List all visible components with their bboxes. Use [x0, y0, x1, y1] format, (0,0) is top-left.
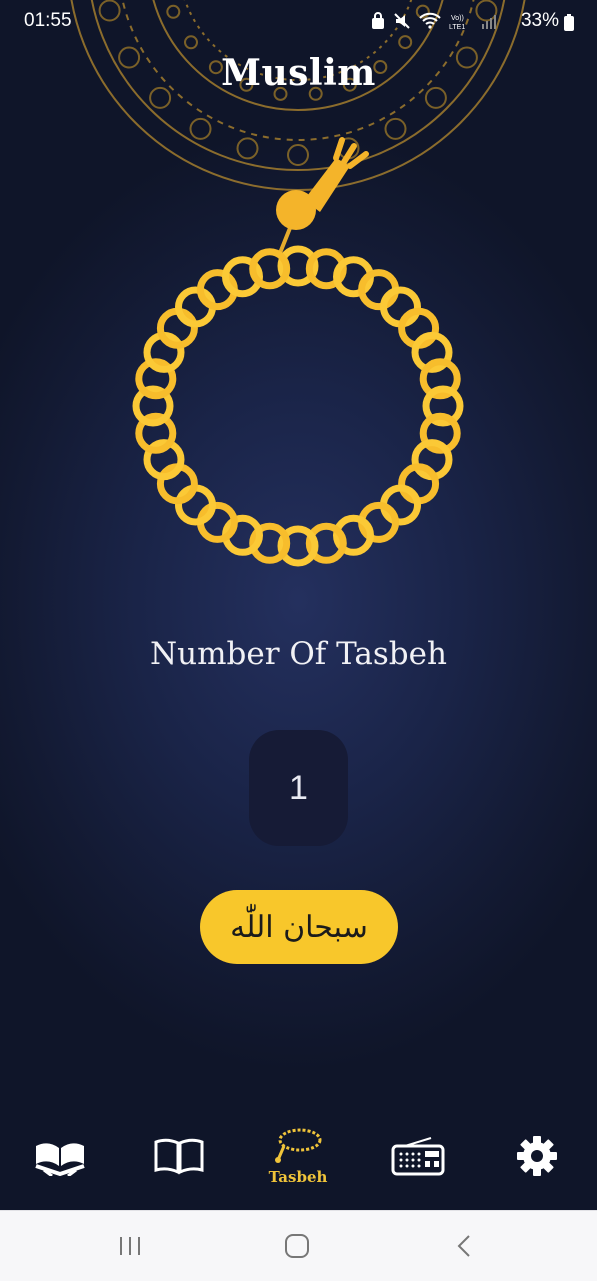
recent-apps-button[interactable] [110, 1229, 150, 1263]
app-screen: 01:55 Vo)) LTE1 33% Muslim Number Of Tasb… [0, 0, 597, 1102]
nav-item-radio[interactable] [368, 1102, 468, 1210]
radio-icon [391, 1137, 445, 1176]
nav-item-book[interactable] [129, 1102, 229, 1210]
back-icon [457, 1235, 470, 1257]
book-icon [154, 1138, 204, 1175]
battery-icon [564, 14, 574, 31]
recent-apps-icon [120, 1237, 140, 1255]
nav-item-tasbeh[interactable]: Tasbeh [248, 1102, 348, 1210]
zikr-button[interactable]: سبحان اللّٰه [200, 890, 398, 964]
volte-icon: Vo)) LTE1 [449, 15, 465, 30]
system-nav-bar [0, 1210, 597, 1281]
svg-text:Vo)): Vo)) [451, 15, 464, 22]
nav-label-tasbeh: Tasbeh [268, 1168, 328, 1186]
quran-icon [35, 1143, 85, 1176]
tasbeh-icon [275, 1128, 322, 1163]
status-bar: 01:55 Vo)) LTE1 33% [0, 0, 597, 44]
battery-level: 33% [520, 10, 559, 31]
bead-ring [132, 245, 464, 567]
nav-item-settings[interactable] [487, 1102, 587, 1210]
nav-item-quran[interactable] [10, 1102, 110, 1210]
app-title: Muslim [221, 52, 376, 94]
home-icon [285, 1234, 309, 1258]
settings-icon [517, 1136, 557, 1176]
status-time: 01:55 [24, 10, 72, 31]
tassel-icon [276, 137, 369, 254]
tasbeh-beads-icon[interactable] [120, 128, 480, 578]
back-button[interactable] [445, 1229, 485, 1263]
wifi-icon [419, 12, 441, 29]
mute-icon [394, 13, 410, 29]
svg-text:LTE1: LTE1 [449, 24, 465, 30]
bottom-nav: Tasbeh [0, 1102, 597, 1210]
tasbeh-counter: 1 [249, 730, 348, 846]
lock-icon [372, 12, 384, 29]
tasbeh-count-label: Number Of Tasbeh [150, 636, 447, 672]
status-icons: Vo)) LTE1 [371, 12, 497, 30]
home-button[interactable] [277, 1229, 317, 1263]
signal-icon [482, 15, 496, 29]
